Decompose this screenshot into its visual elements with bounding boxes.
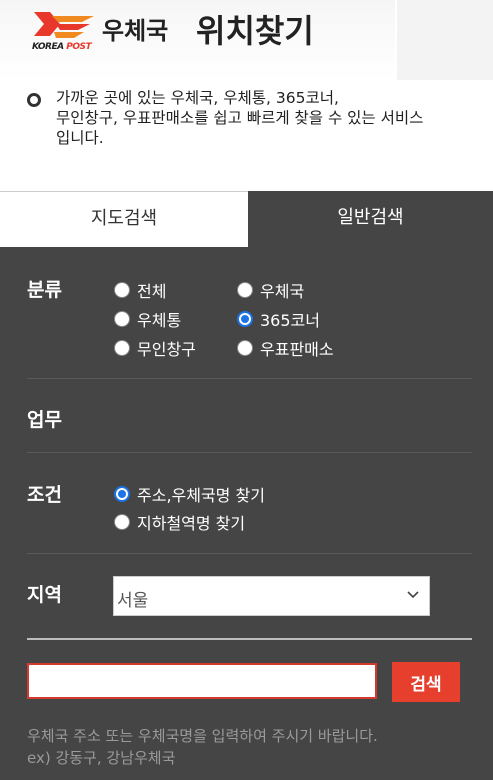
radio-button[interactable]	[114, 282, 130, 298]
header-title-small: 우체국	[102, 17, 169, 45]
radio-label: 주소,우체국명 찾기	[137, 486, 265, 505]
radio-category-unmanned-counter[interactable]: 무인창구	[114, 336, 196, 360]
radio-label: 365코너	[260, 311, 320, 330]
divider	[27, 553, 472, 554]
region-selected-value: 서울	[117, 591, 149, 611]
condition-label: 조건	[27, 484, 62, 506]
chevron-down-icon	[407, 591, 419, 599]
region-select[interactable]: 서울	[113, 576, 430, 616]
tab-map-search[interactable]: 지도검색	[0, 191, 248, 247]
radio-category-365-corner[interactable]: 365코너	[237, 307, 320, 331]
tab-general-search[interactable]: 일반검색	[248, 191, 493, 247]
help-example: ex) 강동구, 강남우체국	[27, 749, 176, 767]
radio-label: 우체통	[137, 311, 182, 330]
header: KOREA POST 우체국 위치찾기	[0, 0, 493, 80]
description-line: 가까운 곳에 있는 우체국, 우체통, 365코너,	[56, 89, 339, 107]
search-button[interactable]: 검색	[392, 662, 460, 702]
radio-category-all[interactable]: 전체	[114, 278, 166, 302]
region-label: 지역	[27, 584, 62, 606]
logo-korea-text: KOREA	[32, 42, 64, 52]
radio-category-stamp-shop[interactable]: 우표판매소	[237, 336, 334, 360]
radio-button[interactable]	[237, 340, 253, 356]
radio-button[interactable]	[114, 311, 130, 327]
divider-strong	[27, 638, 472, 640]
radio-condition-subway[interactable]: 지하철역명 찾기	[114, 510, 245, 534]
radio-button[interactable]	[114, 514, 130, 530]
radio-button[interactable]	[237, 282, 253, 298]
header-side-panel	[397, 0, 493, 80]
radio-button[interactable]	[114, 486, 130, 502]
divider	[27, 452, 472, 453]
radio-condition-address[interactable]: 주소,우체국명 찾기	[114, 482, 265, 506]
business-label: 업무	[27, 409, 62, 431]
category-label: 분류	[27, 279, 62, 301]
help-line: 우체국 주소 또는 우체국명을 입력하여 주시기 바랍니다.	[27, 727, 378, 745]
radio-label: 지하철역명 찾기	[137, 514, 246, 533]
radio-category-post-office[interactable]: 우체국	[237, 278, 304, 302]
radio-label: 무인창구	[137, 340, 196, 359]
service-description: 가까운 곳에 있는 우체국, 우체통, 365코너, 무인창구, 우표판매소를 …	[0, 84, 493, 190]
search-help-text: 우체국 주소 또는 우체국명을 입력하여 주시기 바랍니다. ex) 강동구, …	[27, 725, 378, 769]
search-tabs: 지도검색 일반검색	[0, 191, 493, 247]
logo-post-text: POST	[66, 42, 92, 52]
radio-button[interactable]	[237, 311, 253, 327]
divider	[27, 378, 472, 379]
bullet-icon	[27, 93, 41, 107]
general-search-panel: 분류 전체 우체국 우체통 365코너 무인창구 우표판매소 업무 조건 주소,…	[0, 247, 493, 780]
radio-label: 우체국	[260, 282, 305, 301]
search-input[interactable]	[27, 663, 377, 699]
logo-wordmark: KOREA POST	[32, 42, 92, 52]
description-text: 가까운 곳에 있는 우체국, 우체통, 365코너, 무인창구, 우표판매소를 …	[56, 88, 493, 148]
radio-label: 우표판매소	[260, 340, 334, 359]
page-title: 위치찾기	[196, 12, 314, 50]
radio-button[interactable]	[114, 340, 130, 356]
radio-category-postbox[interactable]: 우체통	[114, 307, 181, 331]
description-line: 무인창구, 우표판매소를 쉽고 빠르게 찾을 수 있는 서비스	[56, 109, 424, 127]
description-line: 입니다.	[56, 129, 104, 147]
radio-label: 전체	[137, 282, 167, 301]
